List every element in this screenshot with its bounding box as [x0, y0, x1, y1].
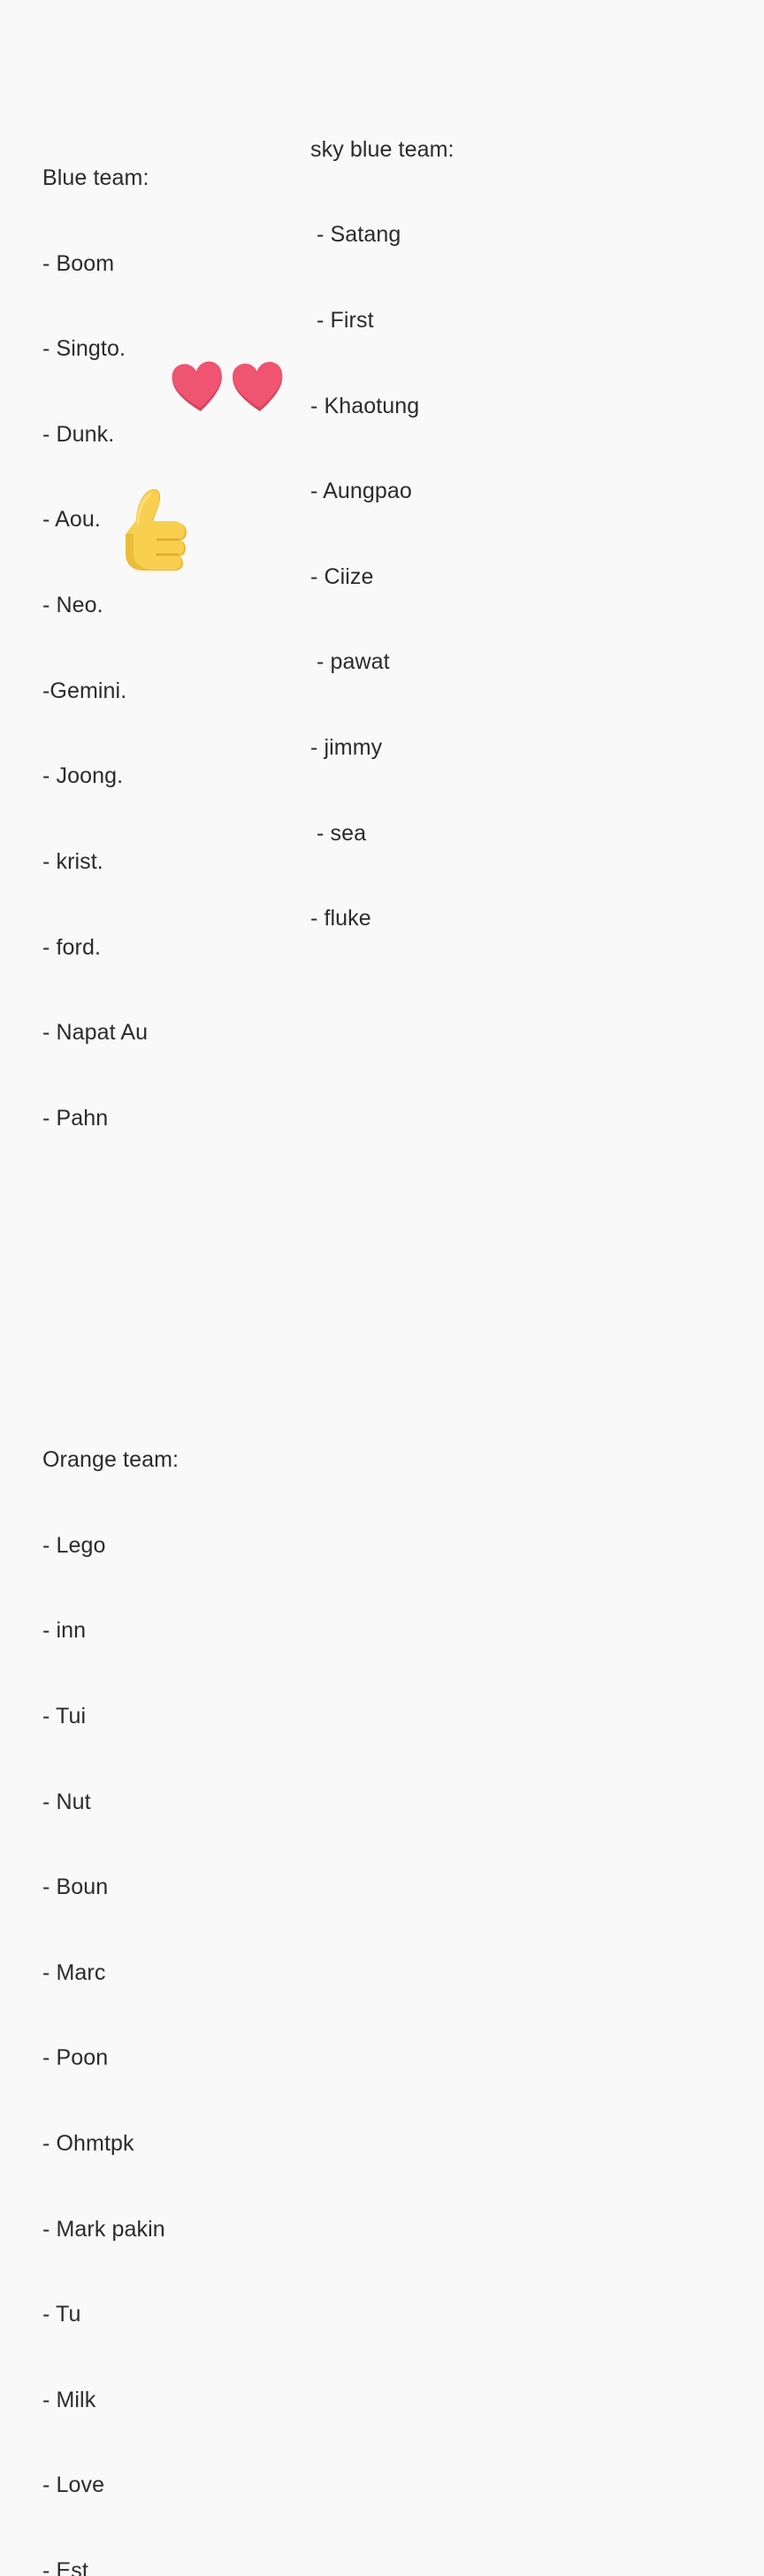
list-item: - First [310, 308, 374, 334]
list-item: - Satang [310, 222, 401, 248]
list-item: - krist. [42, 848, 103, 874]
left-text-column: Blue team: - Boom - Singto. - Dunk. - Ao… [42, 21, 308, 2576]
list-item: - sea [310, 820, 367, 846]
list-item: - Mark pakin [42, 2216, 165, 2242]
list-item: - Neo. [42, 593, 103, 618]
list-item: - inn [42, 1618, 87, 1644]
list-item: - Khaotung [310, 393, 420, 418]
list-item: - Love [42, 2472, 105, 2498]
list-item: - Aou. [42, 507, 101, 533]
list-item: - jimmy [310, 735, 383, 761]
list-item: - Tui [42, 1703, 87, 1729]
section-spacer [42, 1275, 308, 1303]
list-item: - Napat Au [42, 1020, 149, 1046]
list-item: - Poon [42, 2045, 109, 2071]
list-item: - Lego [42, 1532, 106, 1558]
list-item: - Pahn [42, 1105, 109, 1131]
right-text-column: sky blue team: - Satang - First - Khaotu… [310, 21, 576, 1046]
list-item: - Ciize [310, 564, 374, 589]
orange-team-heading: Orange team: [42, 1447, 180, 1473]
list-item: - Boom [42, 250, 115, 276]
sky-blue-team-block: sky blue team: - Satang - First - Khaotu… [310, 78, 576, 990]
blue-team-heading: Blue team: [42, 165, 149, 191]
list-item: - Est [42, 2558, 88, 2576]
list-item: - Milk [42, 2387, 96, 2412]
list-item: - pawat [310, 649, 390, 675]
list-item: - Marc [42, 1959, 106, 1985]
orange-team-block: Orange team: - Lego - inn - Tui - Nut - … [42, 1389, 308, 2576]
list-item: - Singto. [42, 336, 126, 362]
list-item: - Boun [42, 1874, 109, 1900]
sky-blue-team-heading: sky blue team: [310, 136, 455, 162]
note-page: Blue team: - Boom - Singto. - Dunk. - Ao… [0, 0, 764, 2576]
blue-team-block: Blue team: - Boom - Singto. - Dunk. - Ao… [42, 107, 308, 1190]
list-item: - Ohmtpk [42, 2131, 134, 2157]
list-item: - fluke [310, 906, 371, 932]
list-item: - Tu [42, 2302, 81, 2327]
list-item: - Joong. [42, 763, 124, 789]
list-item: - ford. [42, 934, 101, 960]
list-item: -Gemini. [42, 678, 127, 703]
list-item: - Aungpao [310, 479, 412, 504]
list-item: - Nut [42, 1789, 91, 1814]
list-item: - Dunk. [42, 421, 115, 447]
